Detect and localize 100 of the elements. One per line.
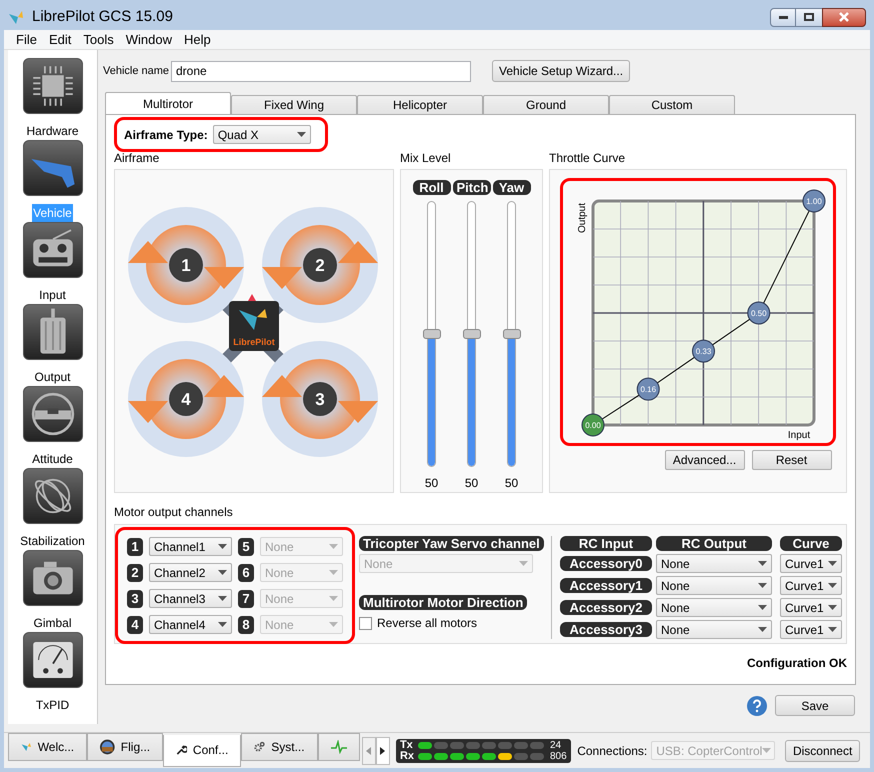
section-title: Motor output channels <box>114 504 234 521</box>
bottom-tab[interactable]: Conf... <box>163 734 242 766</box>
menu-item[interactable]: Edit <box>44 30 76 50</box>
dropdown[interactable]: None <box>656 620 772 639</box>
window-title: LibrePilot GCS 15.09 <box>32 6 173 27</box>
dropdown[interactable]: None <box>656 598 772 617</box>
dropdown-caret-icon <box>296 132 306 137</box>
menu-item[interactable]: Window <box>122 30 176 50</box>
slider-value: 50 <box>424 475 438 492</box>
meter-label: Tx <box>400 740 414 750</box>
checkbox[interactable] <box>359 616 372 630</box>
bottom-tab[interactable]: Syst... <box>241 733 318 761</box>
tab[interactable]: Ground <box>483 95 609 114</box>
dropdown[interactable]: Quad X <box>212 125 311 144</box>
tab[interactable]: Helicopter <box>357 95 483 114</box>
dropdown[interactable]: Channel3 <box>149 589 232 608</box>
maximize-button[interactable] <box>796 8 822 26</box>
motor-number: 8 <box>238 616 254 634</box>
meter-label: Rx <box>400 750 416 762</box>
dropdown-caret-icon <box>828 605 837 610</box>
curve-point[interactable] <box>636 378 660 401</box>
motor-number: 3 <box>127 590 143 608</box>
point-value: 0.50 <box>750 309 767 318</box>
section-label: Accessory2 <box>560 600 652 615</box>
point-value: 0.00 <box>585 421 601 430</box>
menu-item[interactable]: Help <box>180 30 215 50</box>
dropdown-caret-icon <box>329 596 338 601</box>
dropdown[interactable]: Curve1 <box>780 576 842 595</box>
dropdown[interactable]: Channel4 <box>149 615 232 634</box>
dropdown[interactable]: Curve1 <box>780 598 842 617</box>
slider-handle[interactable] <box>422 328 440 338</box>
slider-handle[interactable] <box>462 328 480 338</box>
slider-value: 50 <box>464 475 478 492</box>
dropdown[interactable]: None <box>656 554 772 573</box>
pulse-icon <box>330 740 347 754</box>
point-value: 0.16 <box>640 385 656 394</box>
section-label: Multirotor Motor Direction <box>359 595 528 610</box>
tab[interactable]: Multirotor <box>105 92 231 114</box>
dropdown-caret-icon <box>519 561 528 566</box>
motor-number: 4 <box>181 390 191 409</box>
curve-point[interactable] <box>802 190 826 212</box>
slider-handle[interactable] <box>502 328 520 338</box>
section-label: Pitch <box>452 180 490 195</box>
save-button[interactable]: Save <box>775 695 855 716</box>
level-icon <box>22 386 82 442</box>
section-label: Yaw <box>492 180 530 195</box>
slider-value: 50 <box>504 475 518 492</box>
tab[interactable]: Fixed Wing <box>231 95 357 114</box>
field-label: Connections: <box>577 742 648 760</box>
bottom-tab[interactable] <box>318 733 360 761</box>
dropdown-caret-icon <box>329 622 338 627</box>
section-label: RC Output <box>656 536 772 551</box>
curve-point[interactable] <box>582 414 604 436</box>
checkbox-label: Reverse all motors <box>377 615 478 632</box>
field-label: Vehicle name <box>103 64 170 79</box>
curve-point[interactable] <box>692 340 715 363</box>
sidebar-item[interactable]: Input <box>22 222 82 304</box>
logo-text: LibrePilot <box>233 337 275 347</box>
bottom-tab[interactable]: Flig... <box>87 733 164 761</box>
sidebar-item[interactable]: Stabilization <box>19 468 86 550</box>
scroll-right-button[interactable] <box>376 736 390 764</box>
dropdown[interactable]: Channel2 <box>149 563 232 582</box>
curve-button[interactable]: Reset <box>752 450 832 470</box>
disconnect-button[interactable]: Disconnect <box>785 740 860 762</box>
dropdown-caret-icon <box>758 583 767 588</box>
dropdown-caret-icon <box>758 605 767 610</box>
dropdown[interactable]: Curve1 <box>780 620 842 639</box>
section-title: Mix Level <box>400 150 452 167</box>
tab[interactable]: Custom <box>609 95 735 114</box>
dropdown[interactable]: Curve1 <box>780 554 842 573</box>
wizard-button[interactable]: Vehicle Setup Wizard... <box>492 60 630 82</box>
transmitter-icon <box>22 222 82 278</box>
curve-point[interactable] <box>747 302 770 324</box>
section-label: Accessory1 <box>560 578 652 593</box>
point-value: 0.33 <box>696 347 712 356</box>
menu-item[interactable]: File <box>12 30 41 50</box>
vehicle-name-field[interactable]: drone <box>171 60 471 82</box>
minimize-button[interactable] <box>770 8 796 26</box>
curve-button[interactable]: Advanced... <box>664 450 744 470</box>
dropdown-caret-icon <box>218 544 227 549</box>
dropdown[interactable]: Channel1 <box>149 537 232 556</box>
sidebar-item[interactable]: Hardware <box>22 58 82 140</box>
orbit-icon <box>22 468 82 524</box>
bottom-tab[interactable]: Welc... <box>8 733 88 761</box>
sidebar-item[interactable]: Output <box>22 304 82 386</box>
motor-number: 1 <box>127 538 143 556</box>
section-label: Tricopter Yaw Servo channel <box>359 536 544 551</box>
sidebar-item[interactable]: Attitude <box>22 386 82 468</box>
section-label: RC Input <box>560 536 652 551</box>
help-icon[interactable] <box>747 696 767 716</box>
section-label: Curve <box>780 536 842 551</box>
sidebar-item[interactable]: Gimbal <box>22 550 82 632</box>
bird-icon <box>21 740 32 754</box>
sidebar-item[interactable]: TxPID <box>22 632 82 714</box>
dropdown-caret-icon <box>218 622 227 627</box>
dropdown[interactable]: None <box>656 576 772 595</box>
menu-item[interactable]: Tools <box>79 30 118 50</box>
close-button[interactable] <box>822 8 866 26</box>
gauge-icon <box>22 632 82 688</box>
meter-value: 24 <box>550 740 562 750</box>
